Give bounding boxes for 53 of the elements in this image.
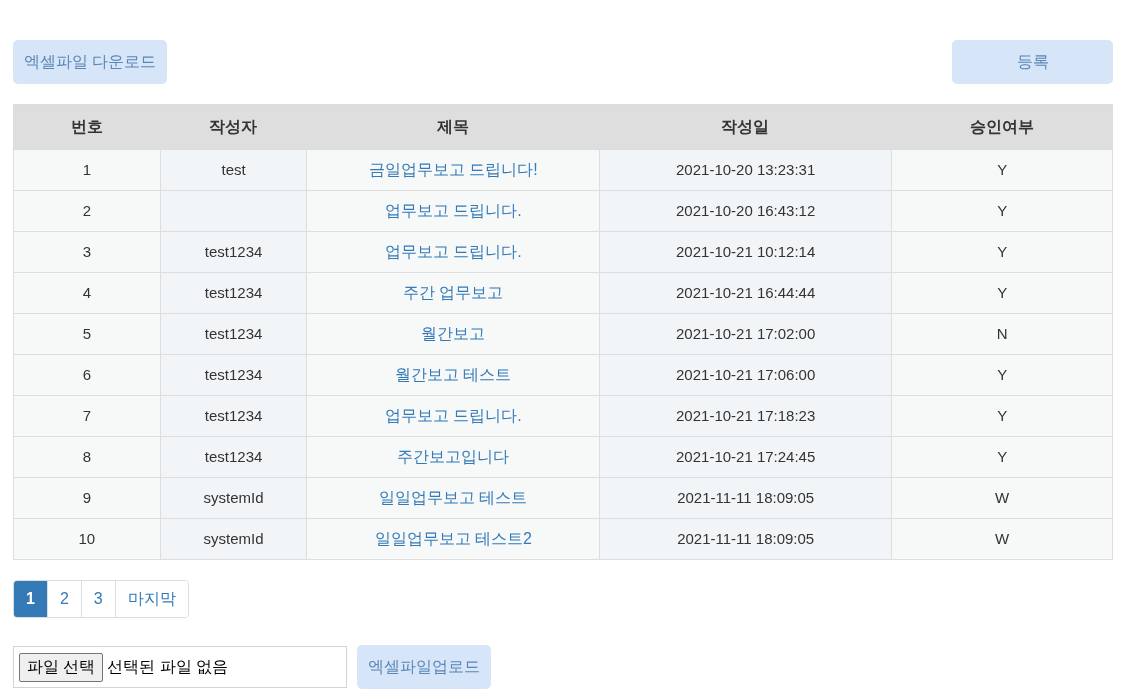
page-link[interactable]: 1 — [14, 581, 47, 617]
column-header: 승인여부 — [968, 117, 1035, 137]
table-cell-text: test1234 — [204, 405, 263, 426]
table-cell-text: 2021-10-21 16:44:44 — [676, 282, 816, 303]
table-cell-text: 8 — [82, 446, 92, 467]
table-cell-text: 3 — [82, 241, 92, 262]
table-cell-text: 4 — [82, 282, 92, 303]
table-cell-text: 7 — [82, 405, 92, 426]
table-cell-text: W — [995, 487, 1010, 508]
table-cell-text: test1234 — [204, 241, 263, 262]
table-cell-text: W — [995, 528, 1010, 549]
table-cell-text: 9 — [82, 487, 92, 508]
column-header: 작성자 — [208, 117, 259, 137]
table-cell-text: 2021-10-20 16:43:12 — [676, 200, 816, 221]
column-header: 제목 — [435, 117, 470, 137]
table-cell-text: 2021-10-20 13:23:31 — [676, 159, 816, 180]
excel-download-button[interactable]: 엑셀파일 다운로드 — [13, 40, 168, 84]
excel-upload-button[interactable]: 엑셀파일업로드 — [357, 645, 491, 689]
table-cell-text: 1 — [82, 159, 92, 180]
file-status: 선택된 파일 없음 — [107, 657, 229, 677]
column-header: 작성일 — [720, 117, 771, 137]
table-cell-text: 2021-11-11 18:09:05 — [677, 487, 815, 508]
table-cell-text: Y — [997, 200, 1008, 221]
table-cell-text: 10 — [78, 528, 96, 549]
table-cell-text: Y — [997, 241, 1008, 262]
table-cell-text: 2 — [82, 200, 92, 221]
table-cell-text: test1234 — [204, 282, 263, 303]
table-cell-text: 2021-10-21 17:06:00 — [676, 364, 816, 385]
file-input[interactable]: 파일 선택 선택된 파일 없음 — [13, 646, 347, 688]
choose-file-button[interactable]: 파일 선택 — [19, 652, 104, 682]
table-cell-text: Y — [997, 159, 1008, 180]
table-cell-text: 2021-10-21 17:02:00 — [676, 323, 816, 344]
table-cell-text: Y — [997, 446, 1008, 467]
table-cell-text: systemId — [203, 528, 264, 549]
table-cell-text: systemId — [203, 487, 264, 508]
table-cell-text: Y — [997, 364, 1008, 385]
table-cell-text: 2021-10-21 17:18:23 — [676, 405, 816, 426]
page-link[interactable]: 마지막 — [114, 581, 188, 617]
table-cell-text: Y — [997, 282, 1008, 303]
register-button[interactable]: 등록 — [952, 40, 1113, 84]
table-cell-text: 5 — [82, 323, 92, 344]
table-cell-text: 2021-11-11 18:09:05 — [677, 528, 815, 549]
table-cell-text: test1234 — [204, 364, 263, 385]
table-cell-text: 2021-10-21 10:12:14 — [676, 241, 816, 262]
table-cell-text: 6 — [82, 364, 92, 385]
table-cell-text: test1234 — [204, 446, 263, 467]
table-cell-text: test — [221, 159, 246, 180]
title-link[interactable]: 월간보고 — [421, 322, 486, 346]
table-cell-text: N — [996, 323, 1008, 344]
table-cell-text: Y — [997, 405, 1008, 426]
table-cell-text: 2021-10-21 17:24:45 — [676, 446, 816, 467]
table-cell-text: test1234 — [204, 323, 263, 344]
column-header: 번호 — [69, 117, 104, 137]
